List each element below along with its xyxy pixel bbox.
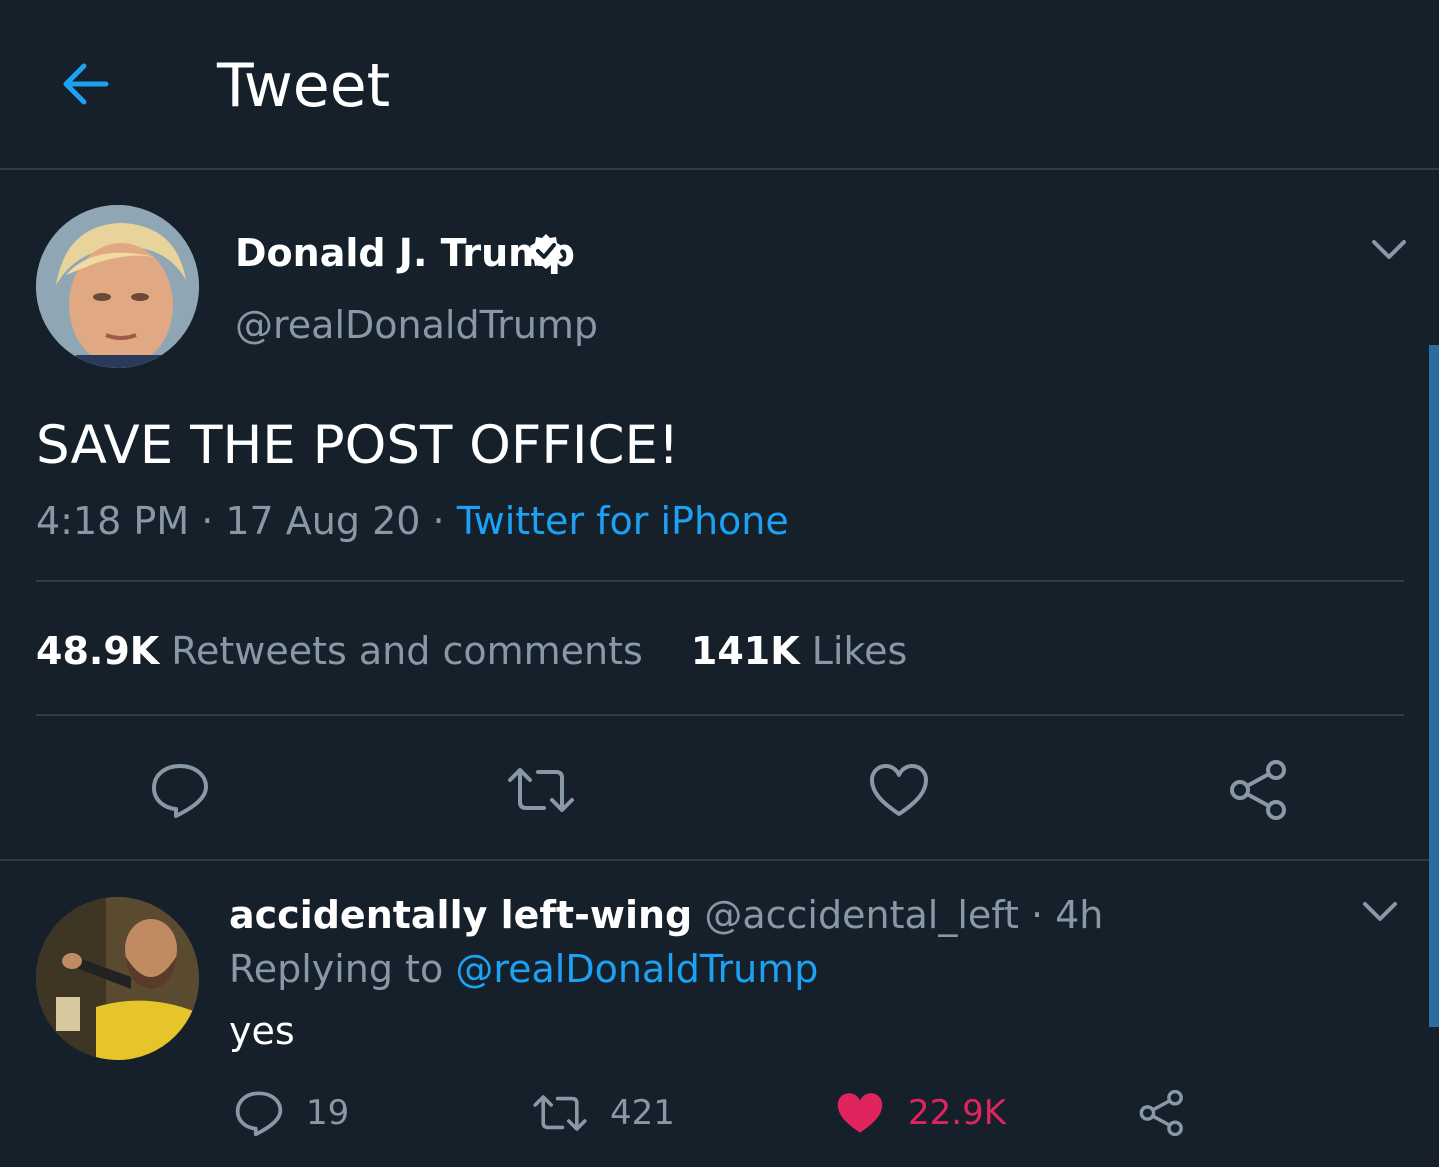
divider xyxy=(36,580,1404,582)
tweet-source-link[interactable]: Twitter for iPhone xyxy=(457,499,789,543)
chevron-down-icon[interactable] xyxy=(1362,900,1398,924)
avatar-image xyxy=(36,897,199,1060)
reply-retweet-count: 421 xyxy=(610,1093,675,1133)
reply-like-button[interactable]: 22.9K xyxy=(834,1088,1006,1138)
reply-time: 4h xyxy=(1055,893,1104,937)
top-bar: Tweet xyxy=(0,0,1439,170)
retweets-stat[interactable]: 48.9K Retweets and comments xyxy=(36,628,643,674)
tweet-stats: 48.9K Retweets and comments 141K Likes xyxy=(36,628,907,674)
reply-author-name[interactable]: accidentally left-wing xyxy=(229,893,692,937)
replying-to: Replying to @realDonaldTrump xyxy=(229,946,818,992)
avatar-image xyxy=(36,205,199,368)
author-handle[interactable]: @realDonaldTrump xyxy=(235,302,598,348)
reply-text: yes xyxy=(229,1009,295,1053)
replying-to-handle[interactable]: @realDonaldTrump xyxy=(455,947,818,991)
likes-stat[interactable]: 141K Likes xyxy=(691,628,907,674)
tweet-date: 17 Aug 20 xyxy=(225,499,421,543)
tweet-time: 4:18 PM xyxy=(36,499,190,543)
reply-like-count: 22.9K xyxy=(908,1093,1006,1133)
retweets-label: Retweets and comments xyxy=(171,629,643,673)
retweet-icon xyxy=(533,1095,587,1131)
reply-retweet-button[interactable]: 421 xyxy=(532,1088,675,1138)
back-arrow-icon xyxy=(63,63,109,105)
reply-icon[interactable] xyxy=(150,760,210,820)
verified-badge-icon xyxy=(529,234,563,269)
divider xyxy=(36,714,1404,716)
likes-label: Likes xyxy=(811,629,908,673)
reply-header: accidentally left-wing @accidental_left … xyxy=(229,892,1103,938)
reply-author-handle[interactable]: @accidental_left xyxy=(704,893,1019,937)
meta-separator: · xyxy=(420,499,457,543)
tweet-meta: 4:18 PM · 17 Aug 20 · Twitter for iPhone xyxy=(36,498,789,544)
likes-count: 141K xyxy=(690,629,800,673)
reply-icon xyxy=(235,1091,283,1136)
author-name[interactable]: Donald J. Trump xyxy=(235,230,575,276)
tweet-text: SAVE THE POST OFFICE! xyxy=(36,415,680,476)
reply-share-button[interactable] xyxy=(1138,1088,1186,1138)
replying-to-label: Replying to xyxy=(229,947,444,991)
retweet-icon[interactable] xyxy=(506,762,576,818)
reply-reply-count: 19 xyxy=(306,1093,350,1133)
like-icon xyxy=(837,1093,883,1133)
like-icon[interactable] xyxy=(868,762,930,818)
page-title: Tweet xyxy=(217,51,391,121)
share-icon[interactable] xyxy=(1228,760,1290,820)
scrollbar[interactable] xyxy=(1429,345,1439,1027)
section-divider xyxy=(0,859,1429,861)
reply-author-avatar[interactable] xyxy=(36,897,199,1060)
author-avatar[interactable] xyxy=(36,205,199,368)
share-icon xyxy=(1139,1090,1183,1136)
chevron-down-icon[interactable] xyxy=(1371,238,1407,262)
back-button[interactable] xyxy=(58,56,114,112)
meta-separator: · xyxy=(189,499,226,543)
retweets-count: 48.9K xyxy=(36,629,160,673)
reply-reply-button[interactable]: 19 xyxy=(234,1088,349,1138)
meta-separator: · xyxy=(1018,893,1056,937)
